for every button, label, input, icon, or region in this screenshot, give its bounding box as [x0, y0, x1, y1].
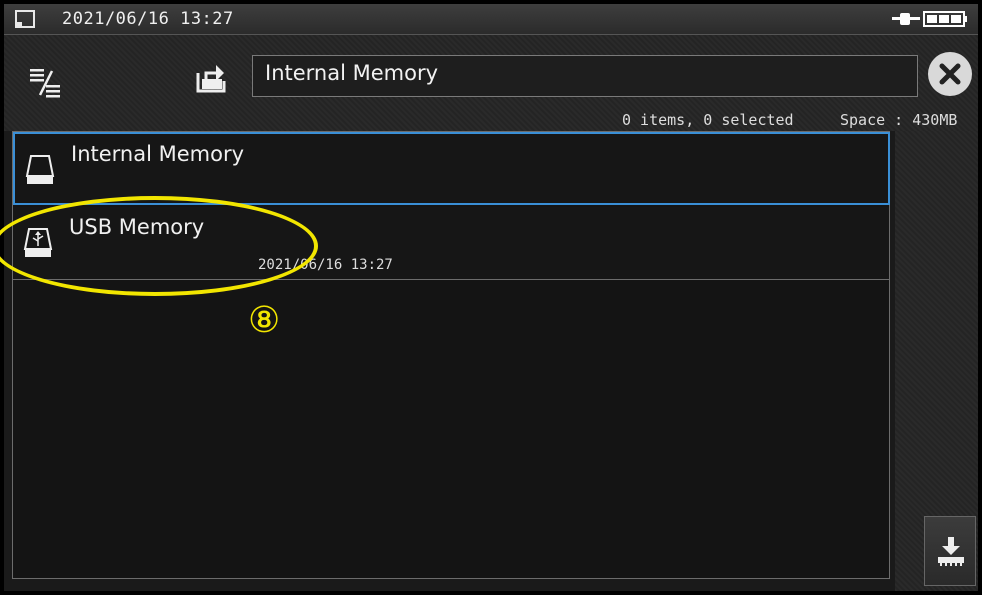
internal-drive-icon [25, 155, 55, 184]
save-button[interactable] [924, 516, 976, 586]
current-path-text: Internal Memory [265, 61, 439, 85]
list-item-name: Internal Memory [71, 142, 245, 166]
file-browser-header: Internal Memory 0 items, 0 selected Spac… [4, 35, 978, 131]
close-button[interactable] [928, 52, 972, 96]
save-to-media-icon [938, 537, 964, 566]
current-path-field[interactable]: Internal Memory [252, 55, 918, 97]
annotation-highlight-ellipse [0, 196, 318, 296]
status-bar: 2021/06/16 13:27 [4, 4, 978, 35]
item-count-text: 0 items, 0 selected [622, 111, 794, 129]
status-datetime: 2021/06/16 13:27 [62, 9, 234, 29]
device-icon [15, 10, 35, 28]
list-item-internal-memory[interactable]: Internal Memory [13, 132, 890, 205]
parent-folder-icon[interactable] [194, 59, 234, 95]
ac-power-battery-icon [892, 11, 967, 27]
close-icon [939, 63, 961, 85]
annotation-marker: ⑧ [248, 300, 281, 341]
list-menu-icon[interactable] [26, 63, 66, 103]
free-space-text: Space : 430MB [840, 111, 958, 129]
